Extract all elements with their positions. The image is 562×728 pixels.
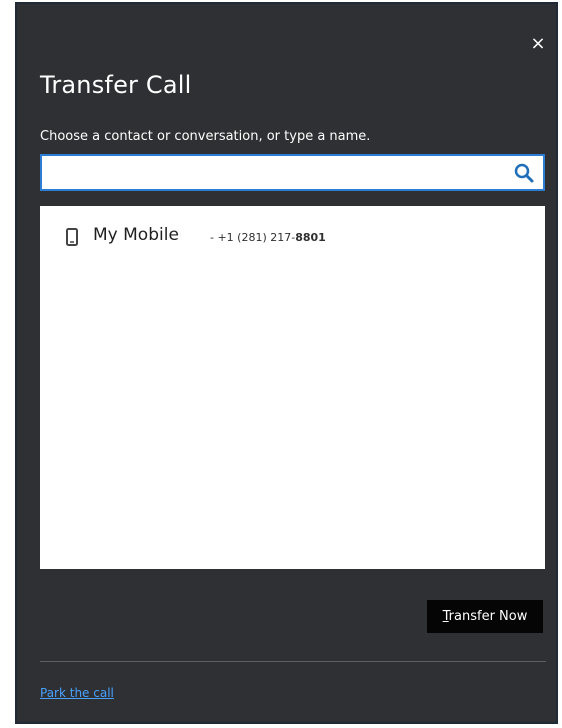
divider [40, 661, 546, 662]
dialog-instruction: Choose a contact or conversation, or typ… [40, 129, 371, 144]
transfer-call-dialog: × Transfer Call Choose a contact or conv… [15, 2, 558, 724]
close-icon[interactable]: × [528, 34, 548, 54]
contact-results-list: My Mobile - +1 (281) 217-8801 [40, 206, 545, 569]
search-icon[interactable] [513, 162, 535, 184]
transfer-now-button[interactable]: Transfer Now [427, 600, 543, 633]
search-box [40, 154, 545, 191]
contact-item-my-mobile[interactable]: My Mobile - +1 (281) 217-8801 [40, 224, 545, 254]
dialog-title: Transfer Call [40, 71, 192, 99]
search-input[interactable] [42, 156, 502, 189]
mobile-phone-icon [66, 228, 78, 246]
contact-name: My Mobile [93, 225, 179, 245]
park-the-call-link[interactable]: Park the call [40, 686, 114, 700]
contact-number: - +1 (281) 217-8801 [210, 231, 326, 244]
